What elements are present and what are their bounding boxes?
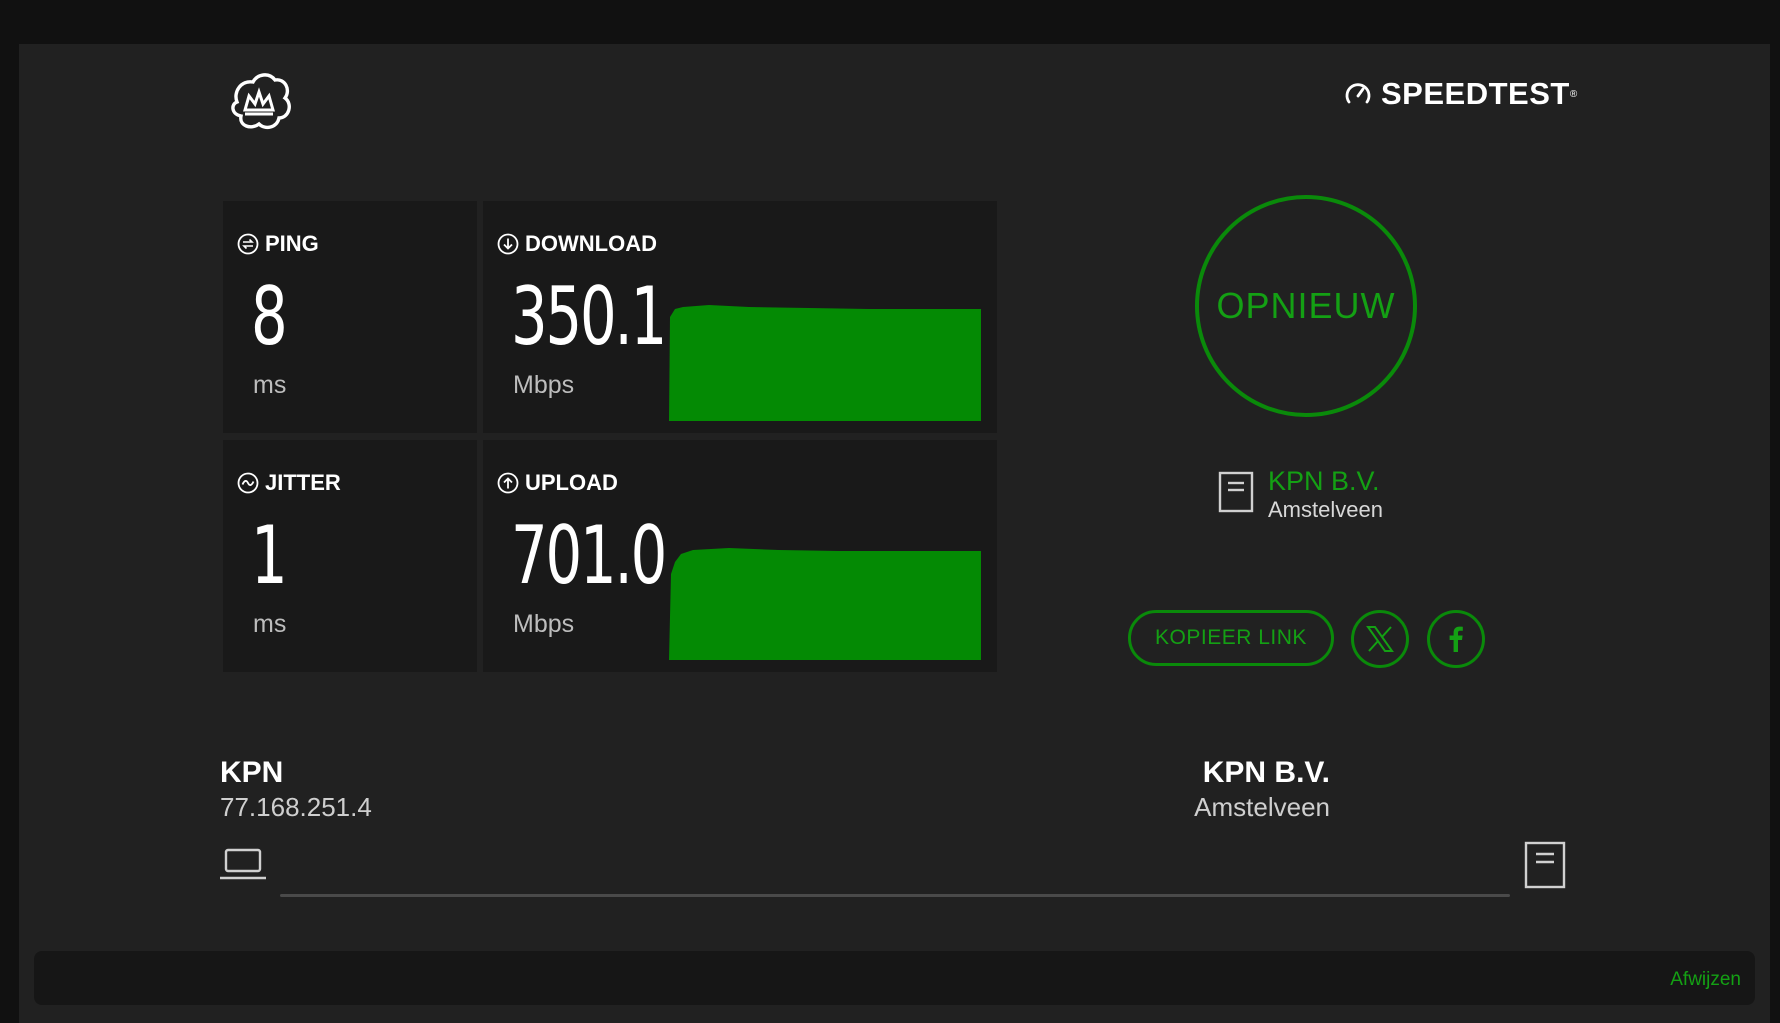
restart-label: OPNIEUW [1216,285,1396,326]
upload-header: UPLOAD [497,470,618,496]
ping-unit: ms [253,371,287,399]
ping-header: PING [237,231,319,257]
connection-line [280,894,1510,897]
host-location: Amstelveen [1194,792,1330,822]
gauge-icon [1345,83,1371,104]
client-ip: 77.168.251.4 [220,792,372,822]
upload-value: 701.0 [511,509,667,602]
speedtest-logo: SPEEDTEST ® [1343,76,1578,112]
laptop-icon [220,848,266,880]
download-unit: Mbps [513,371,575,399]
download-value: 350.1 [511,270,667,363]
facebook-icon [1449,626,1463,652]
jitter-wave-icon [237,472,259,494]
copy-link-button[interactable]: KOPIEER LINK [1128,610,1334,666]
server-name-link[interactable]: KPN B.V. [1268,467,1383,496]
jitter-label: JITTER [265,470,341,495]
ping-card: PING 8 ms [223,201,477,433]
download-header: DOWNLOAD [497,231,657,257]
jitter-value: 1 [251,509,288,602]
share-x-button[interactable] [1351,610,1409,668]
host-name: KPN B.V. [1202,756,1330,789]
share-facebook-button[interactable] [1427,610,1485,668]
dismiss-button[interactable]: Afwijzen [1670,969,1741,991]
download-arrow-icon [497,233,519,255]
download-speed-graph [669,305,981,421]
server-info: KPN B.V. Amstelveen [1218,467,1383,523]
brand-name: SPEEDTEST [1381,76,1570,111]
kpn-crown-logo [231,73,291,130]
host-info: KPN B.V. Amstelveen [1194,756,1330,823]
upload-card: UPLOAD 701.0 Mbps [483,440,997,672]
download-label: DOWNLOAD [525,231,657,256]
client-info: KPN 77.168.251.4 [220,756,372,823]
jitter-header: JITTER [237,470,341,496]
server-location: Amstelveen [1268,497,1383,523]
restart-test-button[interactable]: OPNIEUW [1195,195,1417,417]
download-card: DOWNLOAD 350.1 Mbps [483,201,997,433]
ping-value: 8 [251,270,288,363]
notice-banner: Afwijzen [34,951,1755,1005]
speedtest-panel: SPEEDTEST ® PING 8 ms DOWNLOAD 350.1 Mbps [19,44,1770,1023]
trademark: ® [1569,88,1578,100]
ping-icon [237,233,259,255]
server-icon [1524,841,1566,889]
x-logo-icon [1366,626,1394,652]
upload-arrow-icon [497,472,519,494]
upload-label: UPLOAD [525,470,618,495]
client-isp: KPN [220,756,284,789]
jitter-unit: ms [253,610,287,638]
jitter-card: JITTER 1 ms [223,440,477,672]
copy-link-label: KOPIEER LINK [1155,626,1307,649]
server-icon [1218,471,1254,513]
ping-label: PING [265,231,319,256]
upload-speed-graph [669,548,981,660]
upload-unit: Mbps [513,610,575,638]
